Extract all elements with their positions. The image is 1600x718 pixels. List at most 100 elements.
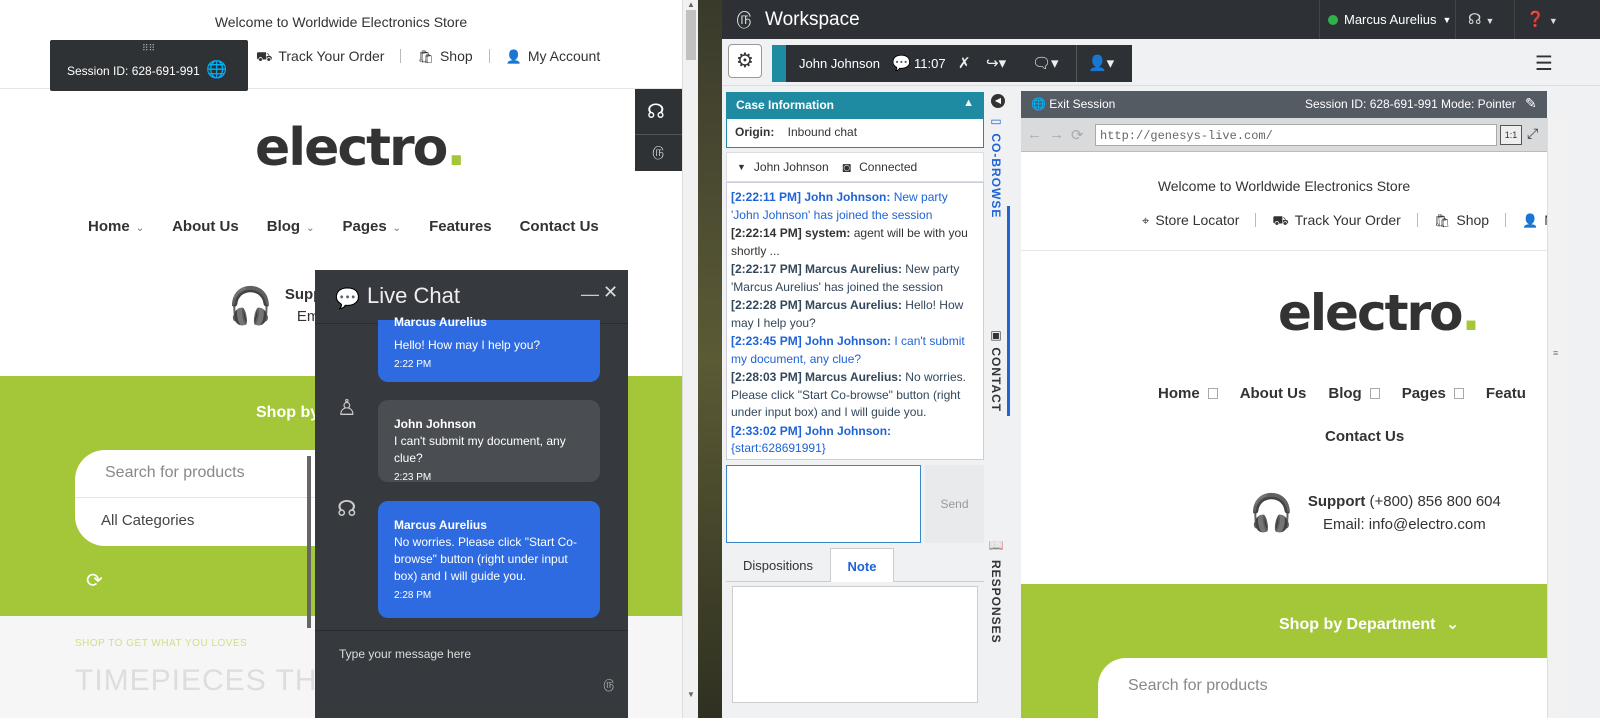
chat-scrollbar[interactable] [307,456,311,628]
pencil-icon[interactable]: ✎ [1525,95,1537,112]
transfer-icon[interactable]: ↪▾ [986,54,1006,72]
exit-globe-icon: 🌐 [1031,97,1050,111]
workspace-top-bar: ௫ Workspace Marcus Aurelius ▼ ☊ ▼ ❓ ▼ [722,0,1600,39]
nav-blog[interactable]: Blog ⌄ [267,218,315,235]
send-button[interactable]: Send [925,465,984,543]
store-main-nav: Home ⌄ About Us Blog ⌄ Pages ⌄ Features Con… [88,218,599,235]
nav-contact-us[interactable]: Contact Us [1325,428,1404,445]
shop-link[interactable]: 🛍 Shop [401,48,488,64]
store-locator-link[interactable]: ⌖ Store Locator [1126,212,1255,228]
chat-transcript: [2:22:11 PM] John Johnson: New party 'Jo… [726,182,984,460]
nav-blog[interactable]: Blog [1328,385,1380,402]
chat-icon: 💬 [892,55,911,72]
store-logo[interactable]: electro. [255,118,466,178]
genesys-logo-icon: ௫ [736,8,752,28]
end-chat-icon[interactable]: ✗ [958,54,971,72]
consult-icon[interactable]: 🗨▾ [1032,54,1059,72]
minimize-icon[interactable]: — [581,284,599,305]
close-icon[interactable]: ✕ [603,282,618,303]
headset-icon: 🎧 [1249,492,1294,533]
store-top-links: ⛟ Track Your Order 🛍 Shop 👤 My Account [240,48,616,64]
drag-handle-icon[interactable]: ⠿⠿ [142,43,155,54]
agent-chat-input[interactable] [726,465,921,543]
nav-home[interactable]: Home ⌄ [88,218,144,235]
scroll-down-icon[interactable]: ▼ [687,690,695,699]
nav-about-us[interactable]: About Us [1240,385,1307,402]
shop-by-department[interactable]: Shop by [256,404,319,422]
party-row[interactable]: ▼ John Johnson ◙ Connected [726,152,984,182]
agent-status-menu[interactable]: Marcus Aurelius ▼ [1328,12,1451,27]
nav-about-us[interactable]: About Us [172,218,239,235]
workspace-app: ௫ Workspace Marcus Aurelius ▼ ☊ ▼ ❓ ▼ ⚙ J… [722,0,1600,718]
nav-pages[interactable]: Pages [1402,385,1464,402]
truck-icon: ⛟ [256,48,273,64]
live-chat-title: Live Chat [367,283,460,308]
interaction-gear-icon[interactable]: ⚙ [728,44,762,78]
actual-size-button[interactable]: 1:1 [1500,125,1522,145]
store-scrollbar[interactable]: ▲ ▼ [682,0,698,718]
nav-features[interactable]: Features [429,218,492,235]
category-select[interactable]: All Categories [101,512,194,529]
cobrowse-scrollbar[interactable]: ≡ [1547,118,1566,718]
transcript-line: [2:22:14 PM] system: agent will be with … [731,226,968,258]
collapse-icon[interactable]: ▲ [963,97,974,109]
scroll-up-icon[interactable]: ▲ [687,0,695,9]
nav-home[interactable]: Home [1158,385,1218,402]
nav-contact-us[interactable]: Contact Us [520,218,599,235]
refresh-icon[interactable]: ⟳ [86,568,103,593]
back-icon[interactable]: ← [1027,126,1042,143]
nav-features[interactable]: Featu [1486,385,1526,402]
transcript-line: [2:23:45 PM] John Johnson: I can't submi… [731,334,965,366]
genesys-logo-icon[interactable]: ௫ [652,143,664,162]
my-account-link[interactable]: 👤 My Account [490,48,617,64]
promo-subtitle: SHOP TO GET WHAT YOU LOVES [75,638,248,649]
tab-contact[interactable]: ▣ CONTACT [989,328,1003,412]
party-status: Connected [859,160,918,174]
support-menu-icon[interactable]: ☊ ▼ [1468,10,1494,28]
user-icon: 👤 [505,48,522,64]
party-name: John Johnson [753,160,829,174]
forward-icon[interactable]: → [1049,126,1064,143]
chevron-down-icon: ⌄ [392,223,402,234]
caret-down-icon[interactable]: ▼ [737,162,746,172]
exit-session-button[interactable]: 🌐 Exit Session [1031,97,1115,111]
my-account-link[interactable]: 👤My [1506,212,1547,228]
search-input[interactable]: Search for products [105,464,245,482]
note-textarea[interactable] [732,586,978,703]
cobrowse-mode: Mode: Pointer [1441,97,1516,111]
active-interaction[interactable]: John Johnson 💬 11:07 ✗ ↪▾ 🗨▾ 👤▾ [772,45,1132,82]
side-widget: ☊ ௫ [635,89,682,171]
scrollbar-thumb[interactable] [686,10,696,60]
chat-status-icon: ◙ [842,159,852,175]
chat-message-input[interactable]: Type your message here [339,647,471,661]
shop-link[interactable]: 🛍 Shop [1418,212,1505,228]
tab-co-browse[interactable]: ▭ CO-BROWSE [989,114,1003,218]
cobrowse-top-links: ⌖ Store Locator ⛟ Track Your Order 🛍 Shop 👤… [1126,212,1547,228]
collapse-left-icon[interactable]: ◀ [991,94,1005,108]
cobrowse-logo[interactable]: electro. [1278,284,1481,342]
fit-screen-icon[interactable]: ⤢ [1527,125,1538,142]
hamburger-menu-icon[interactable]: ☰ [1535,51,1553,76]
track-order-link[interactable]: ⛟ Track Your Order [1256,212,1416,228]
tab-responses[interactable]: 📖 RESPONSES [989,540,1003,644]
reload-icon[interactable]: ⟳ [1071,126,1084,144]
cobrowse-search-input[interactable]: Search for products [1098,658,1547,718]
tab-dispositions[interactable]: Dispositions [726,548,830,582]
url-input[interactable]: http://genesys-live.com/ [1095,124,1497,146]
shop-by-department[interactable]: Shop by Department ⌄ [1279,614,1459,634]
track-order-link[interactable]: ⛟ Track Your Order [240,48,400,64]
case-tabs: Dispositions Note [726,548,984,582]
co-browse-icon: ▭ [989,114,1003,134]
nav-pages[interactable]: Pages ⌄ [342,218,401,235]
help-icon[interactable]: ❓ ▼ [1526,10,1558,28]
party-actions-icon[interactable]: 👤▾ [1088,54,1114,72]
globe-icon[interactable]: 🌐 [206,60,227,80]
promo-title: TIMEPIECES THAT [75,664,356,697]
tab-note[interactable]: Note [830,548,894,582]
case-origin: Origin: Inbound chat [726,119,984,148]
agent-headset-icon[interactable]: ☊ [647,99,665,124]
transcript-line: [2:22:11 PM] John Johnson: New party 'Jo… [731,190,948,222]
case-information-header[interactable]: Case Information ▲ [726,92,984,119]
book-icon: 📖 [989,540,1003,560]
bag-icon: 🛍 [417,48,434,64]
